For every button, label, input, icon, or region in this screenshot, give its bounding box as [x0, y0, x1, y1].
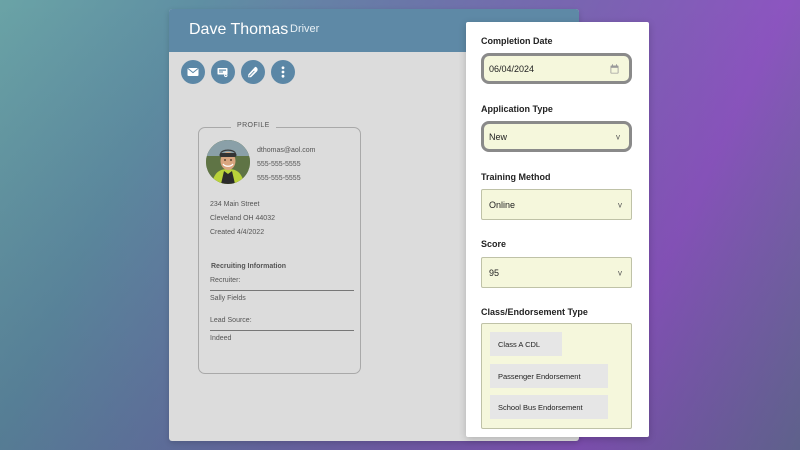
- recruiting-information-heading: Recruiting Information: [211, 263, 287, 270]
- chip-label: Passenger Endorsement: [498, 371, 581, 381]
- application-form-panel: Completion Date 06/04/2024 Application T…: [466, 22, 649, 437]
- driver-role: Driver: [290, 23, 320, 35]
- application-type-select[interactable]: New v: [481, 121, 632, 152]
- training-method-select[interactable]: Online v: [481, 189, 632, 220]
- truck-icon: [217, 68, 228, 78]
- email-button[interactable]: [181, 60, 205, 84]
- recruiter-divider: [210, 290, 354, 291]
- completion-date-value: 06/04/2024: [489, 63, 535, 74]
- driver-name: Dave Thomas: [189, 21, 289, 38]
- completion-date-label: Completion Date: [481, 36, 553, 46]
- score-value: 95: [489, 267, 500, 278]
- calendar-icon[interactable]: [610, 63, 619, 74]
- recruiter-label: Recruiter:: [210, 277, 241, 284]
- chip-class-a-cdl[interactable]: Class A CDL: [490, 332, 562, 356]
- profile-phone-2: 555-555-5555: [257, 175, 301, 182]
- recruiter-value: Sally Fields: [210, 295, 246, 302]
- chip-label: Class A CDL: [498, 339, 541, 349]
- profile-address-line-2: Cleveland OH 44032: [210, 215, 275, 222]
- chip-label: School Bus Endorsement: [498, 402, 583, 412]
- class-endorsement-label: Class/Endorsement Type: [481, 307, 588, 317]
- avatar: [206, 140, 250, 184]
- more-vertical-icon: [281, 66, 285, 78]
- driver-photo: [206, 140, 250, 184]
- edit-pen-icon: [248, 66, 258, 78]
- profile-address-line-1: 234 Main Street: [210, 201, 260, 208]
- truck-button[interactable]: [211, 60, 235, 84]
- completion-date-input[interactable]: 06/04/2024: [481, 53, 632, 84]
- chip-passenger-endorsement[interactable]: Passenger Endorsement: [490, 364, 608, 388]
- profile-phone-1: 555-555-5555: [257, 161, 301, 168]
- lead-source-divider: [210, 330, 354, 331]
- profile-card: PROFILE dthomas@aol.com 555-555-5555 555…: [198, 122, 361, 374]
- score-select[interactable]: 95 v: [481, 257, 632, 288]
- training-method-label: Training Method: [481, 172, 551, 182]
- application-type-label: Application Type: [481, 104, 553, 114]
- profile-legend: PROFILE: [231, 122, 276, 129]
- class-endorsement-list[interactable]: Class A CDL Passenger Endorsement School…: [481, 323, 632, 429]
- score-label: Score: [481, 239, 507, 249]
- application-type-value: New: [489, 131, 508, 142]
- mail-icon: [187, 68, 199, 76]
- training-method-value: Online: [489, 199, 516, 210]
- chevron-down-icon: v: [618, 200, 622, 209]
- profile-email: dthomas@aol.com: [257, 147, 316, 154]
- chevron-down-icon: v: [618, 268, 622, 277]
- chevron-down-icon: v: [616, 132, 620, 141]
- more-options-button[interactable]: [271, 60, 295, 84]
- lead-source-value: Indeed: [210, 335, 232, 342]
- profile-created-date: Created 4/4/2022: [210, 229, 265, 236]
- chip-school-bus-endorsement[interactable]: School Bus Endorsement: [490, 395, 608, 419]
- lead-source-label: Lead Source:: [210, 317, 252, 324]
- edit-button[interactable]: [241, 60, 265, 84]
